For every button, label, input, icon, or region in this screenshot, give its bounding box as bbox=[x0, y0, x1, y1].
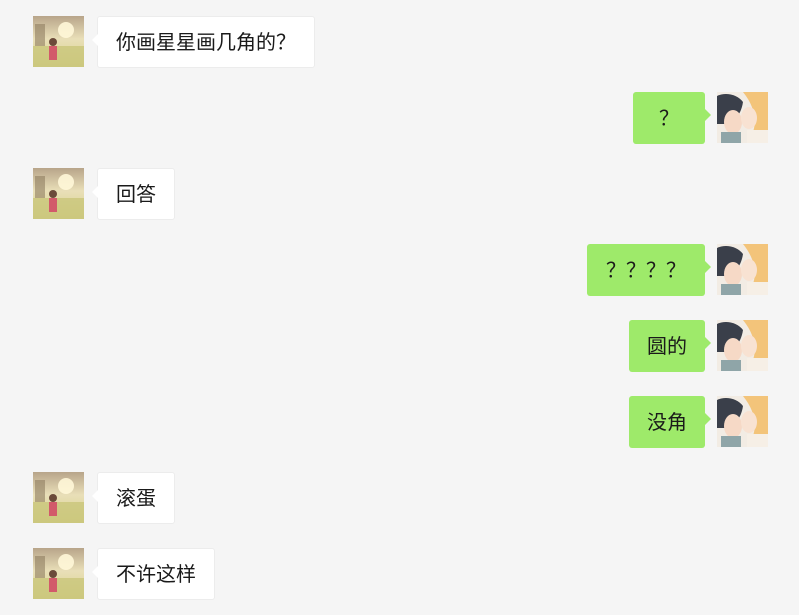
self-avatar[interactable] bbox=[717, 320, 768, 371]
message-text: 没角 bbox=[647, 410, 687, 434]
message-text: ？？？？ bbox=[606, 258, 686, 282]
message-row-incoming: 滚蛋 bbox=[0, 472, 799, 524]
message-row-outgoing: ？ bbox=[0, 92, 799, 144]
message-bubble-outgoing[interactable]: 没角 bbox=[629, 396, 711, 448]
chat-message-list: 你画星星画几角的？ ？ 回答 ？？？？ 圆的 没角 滚蛋 不许这样 bbox=[0, 0, 799, 615]
contact-avatar[interactable] bbox=[33, 472, 84, 523]
self-avatar[interactable] bbox=[717, 244, 768, 295]
contact-avatar[interactable] bbox=[33, 16, 84, 67]
message-row-incoming: 你画星星画几角的？ bbox=[0, 16, 799, 68]
message-text: 滚蛋 bbox=[116, 486, 156, 510]
message-bubble-incoming[interactable]: 你画星星画几角的？ bbox=[92, 16, 315, 68]
contact-avatar[interactable] bbox=[33, 168, 84, 219]
message-bubble-incoming[interactable]: 不许这样 bbox=[92, 548, 215, 600]
message-text: 回答 bbox=[116, 182, 156, 206]
message-bubble-outgoing[interactable]: ？？？？ bbox=[587, 244, 711, 296]
self-avatar[interactable] bbox=[717, 396, 768, 447]
message-text: 不许这样 bbox=[116, 562, 196, 586]
contact-avatar[interactable] bbox=[33, 548, 84, 599]
message-row-outgoing: 没角 bbox=[0, 396, 799, 448]
message-text: 圆的 bbox=[647, 334, 687, 358]
message-row-outgoing: 圆的 bbox=[0, 320, 799, 372]
message-bubble-incoming[interactable]: 回答 bbox=[92, 168, 175, 220]
message-bubble-outgoing[interactable]: 圆的 bbox=[629, 320, 711, 372]
message-row-outgoing: ？？？？ bbox=[0, 244, 799, 296]
message-text: ？ bbox=[659, 106, 679, 130]
message-bubble-outgoing[interactable]: ？ bbox=[633, 92, 711, 144]
self-avatar[interactable] bbox=[717, 92, 768, 143]
message-text: 你画星星画几角的？ bbox=[116, 30, 296, 54]
message-bubble-incoming[interactable]: 滚蛋 bbox=[92, 472, 175, 524]
message-row-incoming: 回答 bbox=[0, 168, 799, 220]
message-row-incoming: 不许这样 bbox=[0, 548, 799, 600]
